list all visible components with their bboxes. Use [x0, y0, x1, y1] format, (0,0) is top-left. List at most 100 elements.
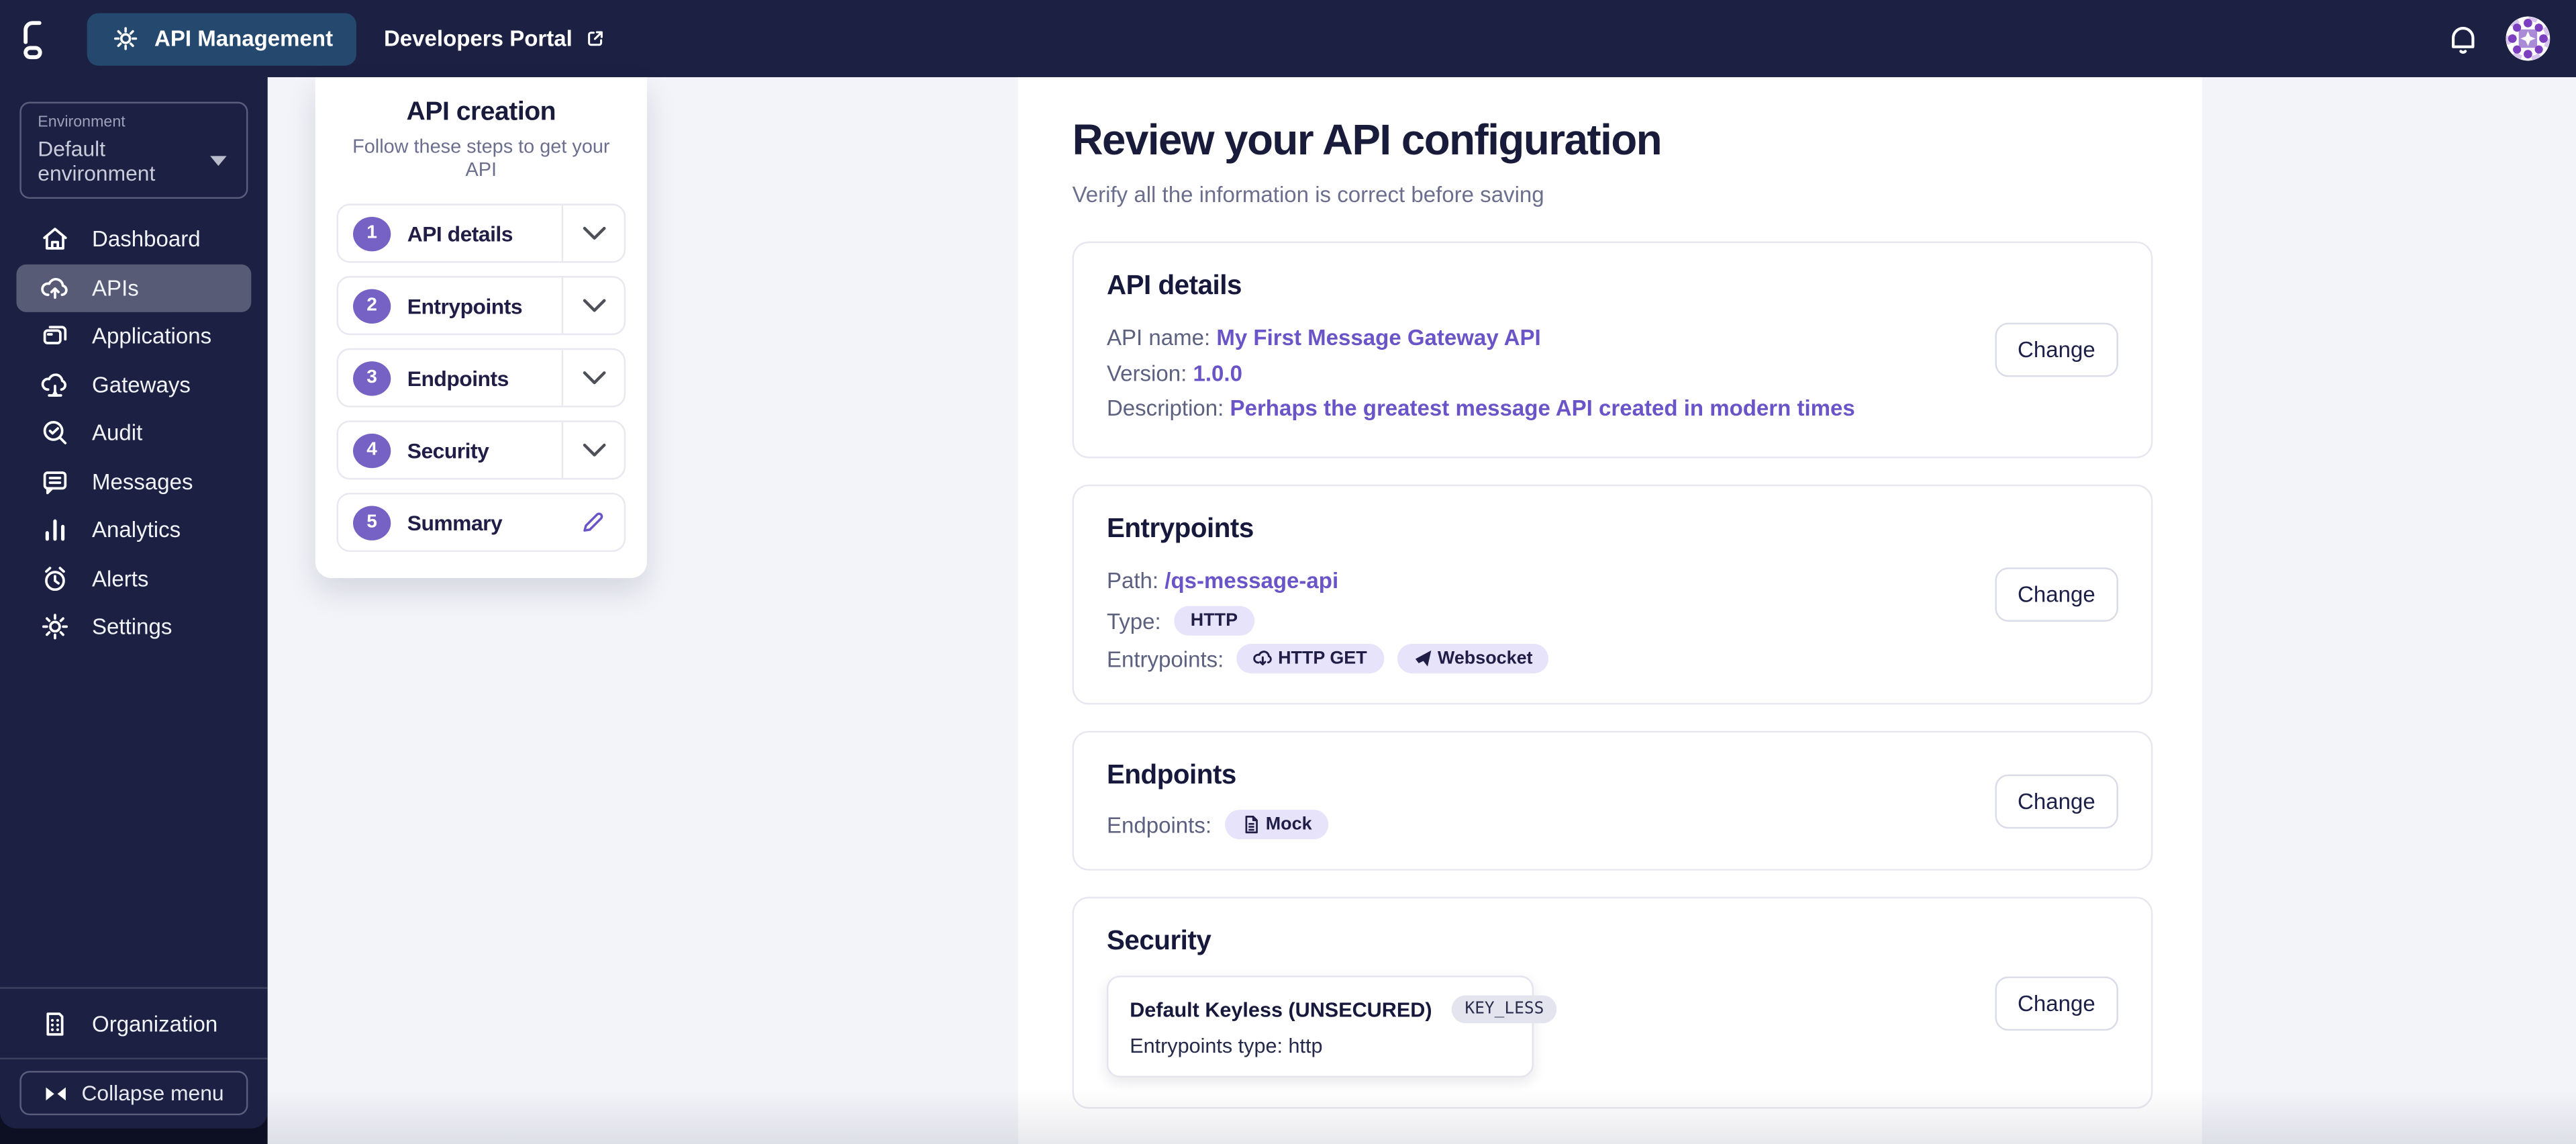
chat-message-icon — [40, 466, 70, 497]
sidebar-item-label: APIs — [92, 275, 139, 301]
description-row: Description: Perhaps the greatest messag… — [1107, 391, 2118, 426]
websocket-send-icon — [1413, 649, 1432, 668]
sidebar-nav: Dashboard APIs Applications Gateways Aud… — [0, 215, 268, 651]
stepper-title: API creation — [406, 98, 556, 127]
sidebar-item-label: Applications — [92, 324, 212, 349]
review-pane: Review your API configuration Verify all… — [1018, 77, 2202, 1144]
chip-label: Mock — [1265, 814, 1312, 835]
sidebar-item-dashboard[interactable]: Dashboard — [16, 215, 251, 263]
bar-chart-icon — [40, 514, 70, 545]
field-value: /qs-message-api — [1165, 567, 1339, 592]
collapse-menu-label: Collapse menu — [81, 1080, 224, 1106]
security-card: Security Default Keyless (UNSECURED) KEY… — [1072, 896, 2153, 1109]
cloud-download-icon — [1253, 649, 1273, 668]
notifications-bell-icon[interactable] — [2445, 21, 2481, 57]
field-value: 1.0.0 — [1193, 361, 1242, 385]
sidebar-item-label: Analytics — [92, 518, 181, 542]
card-title: Endpoints — [1106, 760, 1236, 790]
sidebar-item-applications[interactable]: Applications — [16, 312, 251, 361]
chevron-down-icon[interactable] — [561, 350, 624, 406]
step-summary[interactable]: 5 Summary — [336, 492, 626, 553]
card-title: Entrypoints — [1106, 513, 1254, 543]
sidebar-item-label: Audit — [92, 420, 143, 446]
step-label: API details — [407, 221, 513, 246]
sidebar-divider — [0, 1057, 268, 1059]
field-label: Entrypoints: — [1106, 646, 1224, 671]
step-endpoints[interactable]: 3 Endpoints — [336, 348, 626, 408]
chip-label: Websocket — [1437, 649, 1533, 669]
api-creation-stepper: API creation Follow these steps to get y… — [315, 77, 647, 579]
sidebar-item-label: Settings — [92, 614, 172, 640]
plan-type-badge: KEY_LESS — [1451, 995, 1557, 1024]
endpoints-card: Endpoints Endpoints: Mock Change — [1072, 730, 2153, 871]
security-plan-box: Default Keyless (UNSECURED) KEY_LESS Ent… — [1106, 975, 1557, 1078]
step-number-badge: 3 — [352, 361, 391, 395]
collapse-menu-button[interactable]: Collapse menu — [19, 1071, 248, 1116]
cloud-upload-icon — [40, 273, 70, 303]
topbar-right — [2445, 16, 2550, 61]
change-security-button[interactable]: Change — [1994, 975, 2118, 1030]
field-label: Version: — [1106, 361, 1187, 385]
field-label: API name: — [1106, 325, 1211, 350]
sidebar-item-messages[interactable]: Messages — [16, 457, 251, 506]
sidebar-item-alerts[interactable]: Alerts — [16, 555, 251, 603]
audit-search-check-icon — [40, 418, 70, 448]
step-number-badge: 4 — [352, 432, 391, 468]
step-label: Summary — [407, 510, 503, 535]
sidebar-item-apis[interactable]: APIs — [16, 263, 252, 312]
chevron-down-icon[interactable] — [561, 277, 624, 334]
sidebar-item-label: Alerts — [92, 566, 149, 591]
mock-chip: Mock — [1224, 810, 1329, 840]
type-row: Type: HTTP — [1107, 606, 2118, 636]
top-bar: API Management Developers Portal — [0, 0, 2576, 77]
sidebar-item-label: Messages — [92, 469, 193, 494]
step-entrypoints[interactable]: 2 Entrypoints — [336, 276, 626, 336]
change-entrypoints-button[interactable]: Change — [1994, 567, 2118, 622]
wizard-column: API creation Follow these steps to get y… — [267, 77, 1018, 1144]
home-icon — [40, 224, 70, 254]
sidebar-item-organization[interactable]: Organization — [16, 989, 251, 1058]
gear-icon — [110, 23, 141, 54]
sidebar-item-label: Organization — [92, 1010, 218, 1036]
edit-pencil-icon[interactable] — [562, 494, 624, 550]
sidebar-item-settings[interactable]: Settings — [16, 603, 251, 651]
cloud-gateway-icon — [40, 369, 70, 400]
sidebar-item-analytics[interactable]: Analytics — [16, 506, 251, 555]
change-api-details-button[interactable]: Change — [1994, 322, 2118, 377]
plan-detail: Entrypoints type: http — [1130, 1035, 1323, 1058]
chevron-down-icon — [210, 156, 227, 166]
sidebar-item-audit[interactable]: Audit — [16, 409, 251, 457]
step-security[interactable]: 4 Security — [336, 420, 626, 480]
step-api-details[interactable]: 1 API details — [336, 203, 626, 263]
type-chip: HTTP — [1174, 606, 1254, 636]
change-endpoints-button[interactable]: Change — [1994, 773, 2118, 828]
app-root: API Management Developers Portal Environ… — [0, 0, 2576, 1144]
card-title: Security — [1106, 926, 1211, 956]
sidebar-item-gateways[interactable]: Gateways — [16, 361, 251, 409]
version-row: Version: 1.0.0 — [1107, 356, 2118, 391]
chevron-down-icon[interactable] — [561, 422, 624, 478]
websocket-chip: Websocket — [1396, 644, 1549, 674]
chevron-down-icon[interactable] — [561, 205, 624, 261]
card-title: API details — [1106, 271, 1242, 301]
field-value: My First Message Gateway API — [1216, 325, 1541, 350]
environment-value: Default environment — [38, 136, 156, 186]
field-label: Endpoints: — [1106, 812, 1212, 837]
user-avatar[interactable] — [2506, 16, 2550, 61]
environment-select[interactable]: Environment Default environment — [19, 101, 248, 199]
applications-icon — [40, 321, 70, 352]
developers-portal-link[interactable]: Developers Portal — [384, 26, 605, 51]
step-number-badge: 5 — [352, 505, 391, 540]
alarm-clock-icon — [40, 563, 70, 594]
field-label: Path: — [1106, 567, 1159, 592]
api-details-card: API details API name: My First Message G… — [1072, 241, 2153, 458]
path-row: Path: /qs-message-api — [1107, 563, 2118, 598]
field-label: Type: — [1106, 608, 1161, 634]
gravitee-logo-icon[interactable] — [19, 14, 46, 63]
api-management-switcher[interactable]: API Management — [87, 12, 356, 65]
entrypoints-card: Entrypoints Path: /qs-message-api Type: … — [1072, 483, 2153, 705]
right-gutter — [2201, 77, 2576, 1144]
gear-icon — [40, 612, 70, 642]
document-icon — [1241, 814, 1260, 834]
api-name-row: API name: My First Message Gateway API — [1107, 320, 2118, 356]
